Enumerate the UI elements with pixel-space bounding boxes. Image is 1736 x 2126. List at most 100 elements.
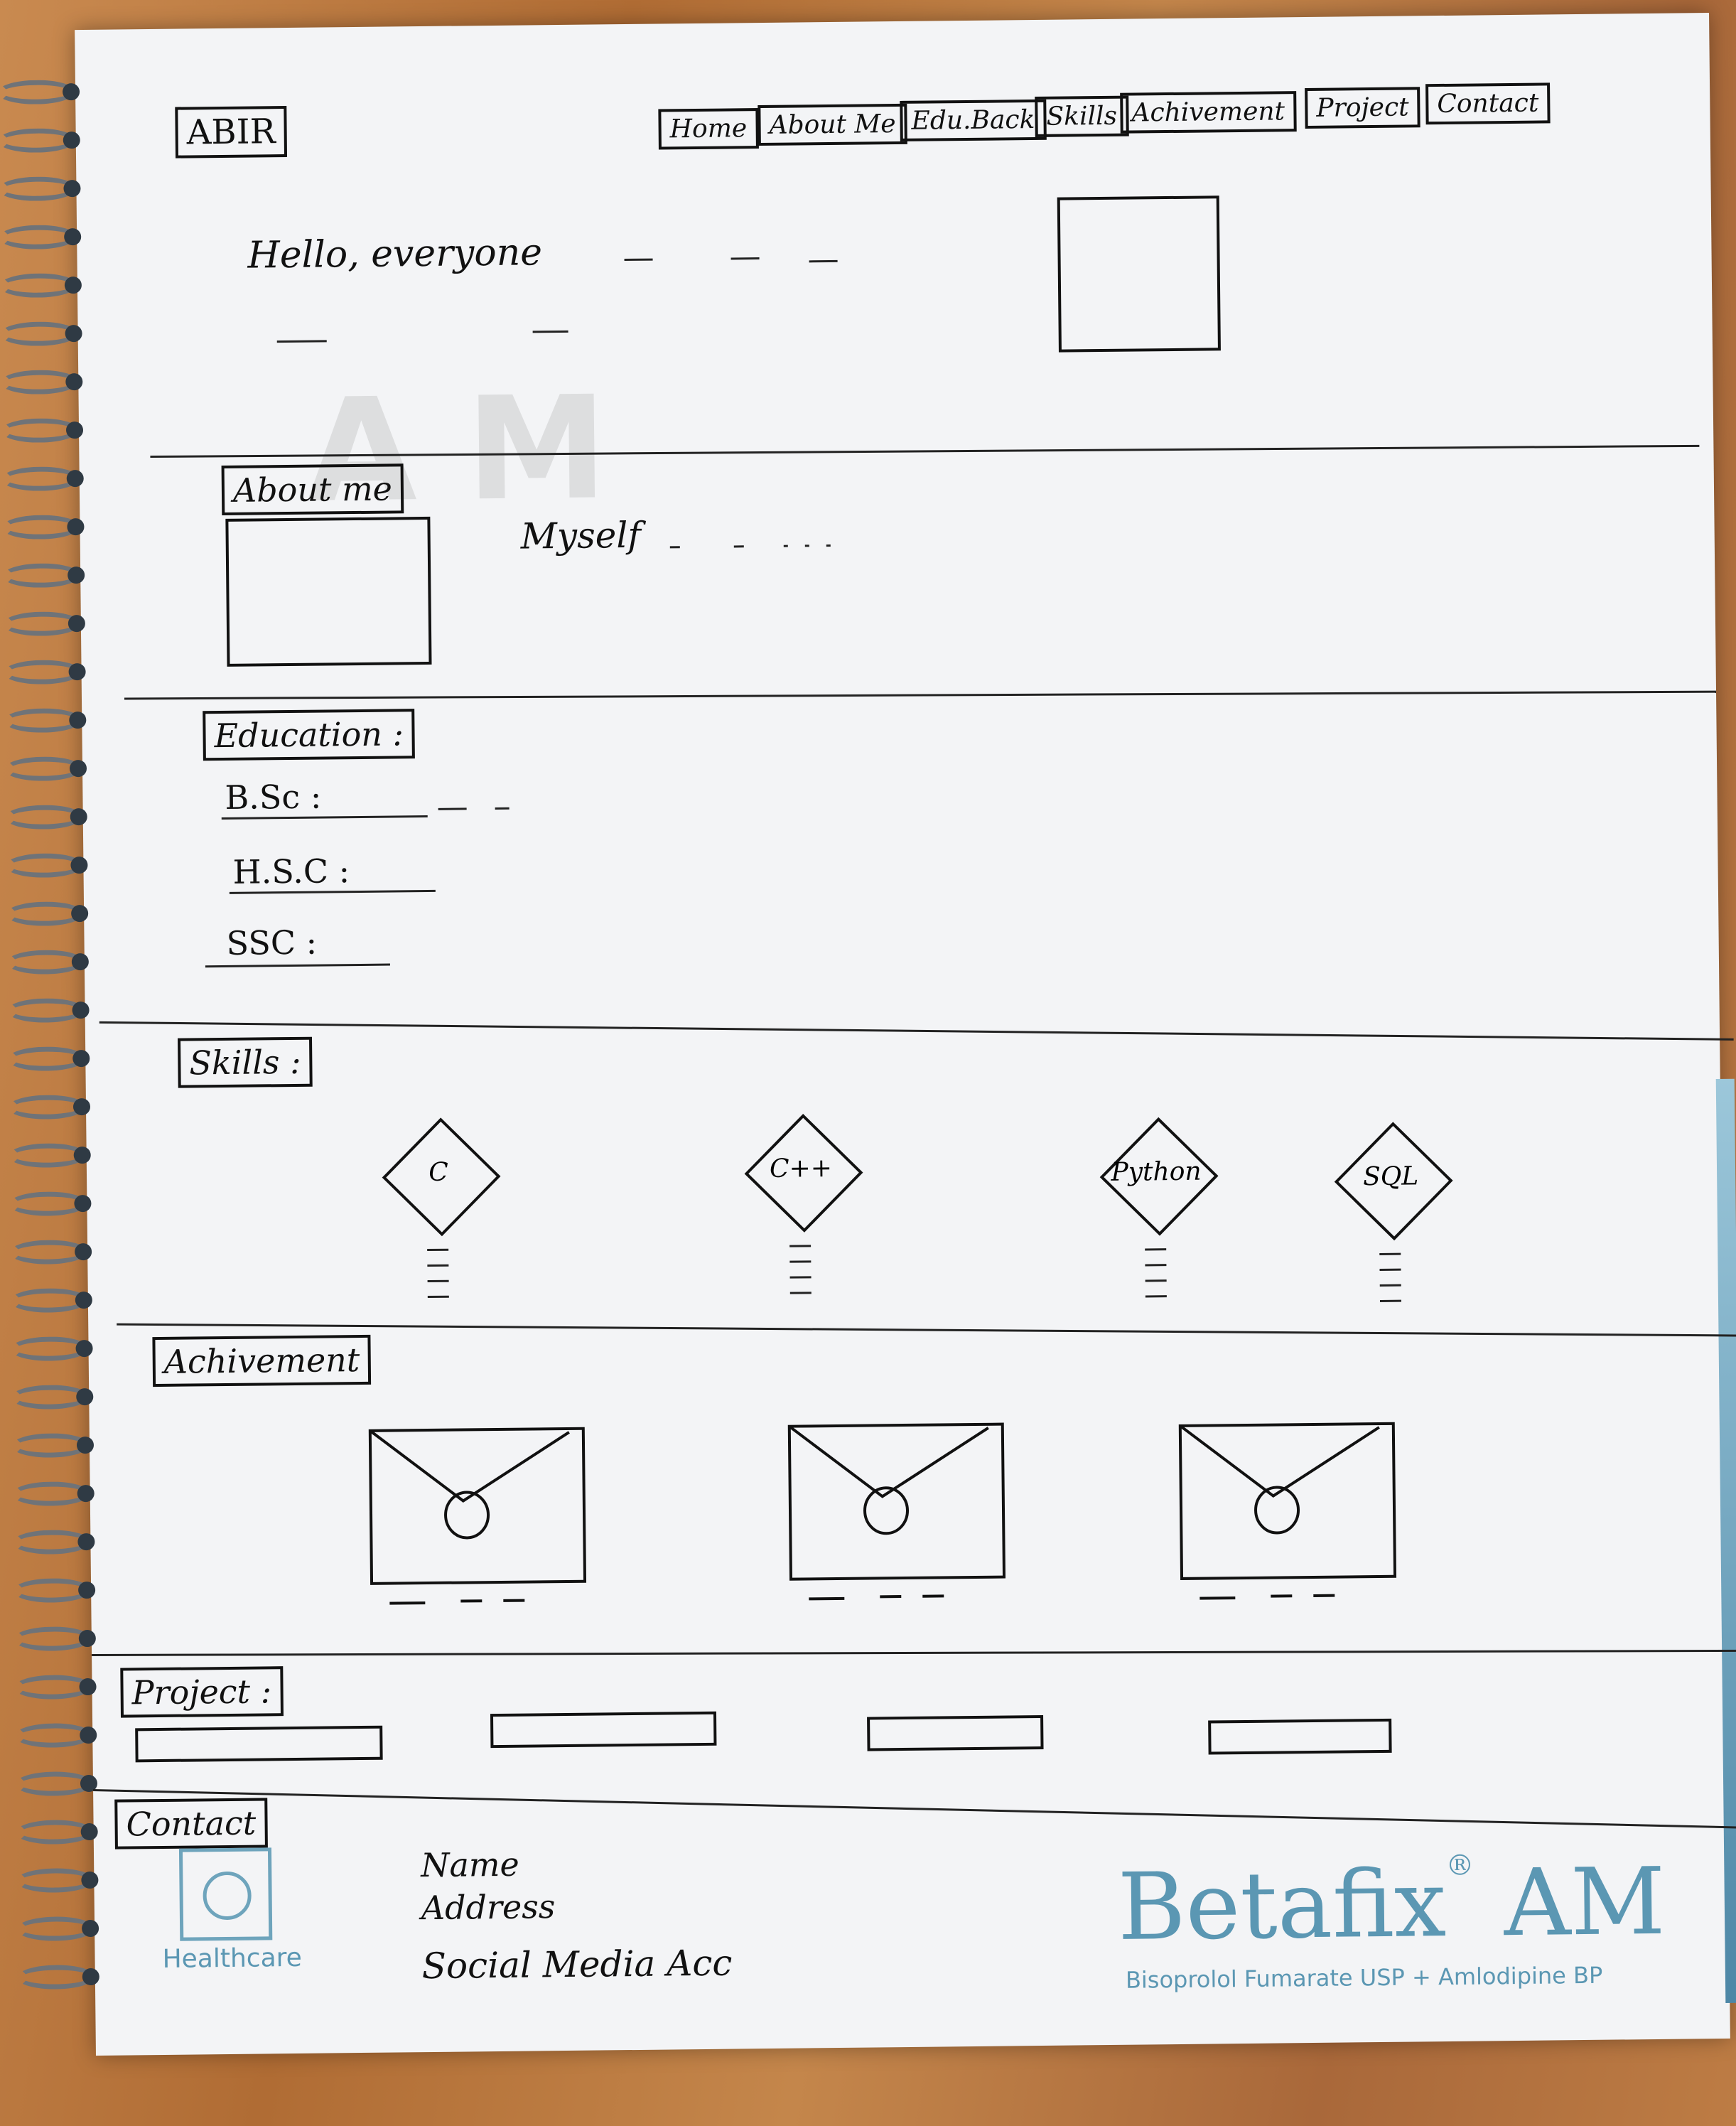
nav-link-achivement[interactable]: Achivement	[1120, 91, 1297, 134]
punch-hole	[72, 1097, 91, 1116]
notebook-page: A M ABIR Home About Me Edu.Back Skills Achiv…	[0, 13, 1736, 2056]
skill-detail-line	[427, 1248, 449, 1252]
punch-hole	[78, 1581, 96, 1599]
nav-link-home[interactable]: Home	[658, 108, 759, 150]
skill-detail-line	[1379, 1252, 1401, 1255]
placeholder-dash	[624, 258, 653, 262]
brand-print-name: Betafix® AM	[1117, 1847, 1666, 1961]
contact-heading: Contact	[114, 1798, 268, 1849]
punch-hole	[75, 1242, 92, 1261]
punch-hole	[68, 567, 85, 584]
punch-hole	[80, 1726, 97, 1744]
punch-hole	[70, 807, 87, 826]
hero-image-placeholder	[1057, 195, 1221, 353]
skill-detail-line	[1145, 1279, 1167, 1282]
punch-hole	[77, 1532, 95, 1551]
education-heading: Education :	[203, 709, 416, 761]
punch-hole	[72, 1049, 90, 1068]
punch-hole	[69, 760, 87, 778]
punch-hole	[73, 1146, 91, 1164]
placeholder-dash	[438, 807, 467, 810]
punch-hole	[79, 1677, 97, 1696]
punch-hole	[68, 663, 86, 681]
project-card[interactable]	[867, 1714, 1044, 1751]
skill-detail-line	[1379, 1268, 1401, 1271]
achievement-image-placeholder	[368, 1427, 587, 1605]
skill-detail-line	[427, 1264, 449, 1267]
placeholder-dash	[495, 807, 510, 810]
placeholder-dash	[669, 546, 680, 549]
project-heading: Project :	[120, 1666, 284, 1718]
achievement-image-placeholder	[1178, 1422, 1397, 1600]
nav-link-contact[interactable]: Contact	[1425, 82, 1551, 125]
about-heading: About me	[221, 463, 404, 515]
punch-hole	[71, 952, 89, 971]
nav-link-edu-back[interactable]: Edu.Back	[900, 99, 1047, 141]
punch-hole	[62, 83, 80, 101]
brand-print-subtitle: Bisoprolol Fumarate USP + Amlodipine BP	[1125, 1961, 1603, 1994]
punch-hole	[77, 1484, 95, 1503]
punch-hole	[72, 1001, 90, 1019]
section-divider	[92, 1649, 1736, 1656]
education-item-hsc: H.S.C :	[232, 852, 350, 891]
skill-detail-line	[1145, 1248, 1167, 1251]
skill-label: Python	[1111, 1156, 1202, 1187]
about-image-placeholder	[225, 516, 432, 667]
achievement-image-placeholder	[787, 1422, 1006, 1601]
about-text: Myself	[520, 514, 642, 557]
nav-link-project[interactable]: Project	[1305, 87, 1420, 129]
placeholder-dot	[826, 544, 831, 547]
healthcare-label: Healthcare	[162, 1943, 303, 1974]
skill-label: SQL	[1362, 1161, 1419, 1192]
punch-hole	[64, 277, 82, 294]
project-card[interactable]	[490, 1711, 717, 1749]
punch-hole	[75, 1291, 92, 1309]
skill-detail-line	[789, 1276, 812, 1279]
underline	[205, 963, 390, 968]
skill-detail-line	[1145, 1295, 1167, 1298]
skill-detail-line	[427, 1295, 449, 1299]
punch-hole	[65, 373, 83, 391]
skill-label: C	[428, 1157, 448, 1187]
placeholder-dash	[730, 257, 760, 260]
skill-detail-line	[427, 1279, 449, 1283]
nav-link-about-me[interactable]: About Me	[758, 103, 907, 146]
placeholder-dot	[804, 544, 809, 547]
punch-hole	[71, 904, 89, 923]
punch-hole	[67, 518, 85, 536]
spiral-binding	[0, 80, 117, 2042]
placeholder-dash	[733, 545, 744, 548]
brand-logo[interactable]: ABIR	[175, 106, 288, 159]
nav-link-skills[interactable]: Skills	[1035, 95, 1129, 137]
skill-detail-line	[1379, 1299, 1401, 1302]
education-item-ssc: SSC :	[226, 923, 318, 962]
skill-detail-line	[789, 1260, 812, 1263]
achievement-heading: Achivement	[152, 1334, 372, 1387]
project-card[interactable]	[1208, 1718, 1392, 1755]
punch-hole	[68, 615, 86, 633]
punch-hole	[82, 1967, 99, 1986]
punch-hole	[81, 1919, 99, 1938]
placeholder-dash	[809, 259, 838, 263]
punch-hole	[81, 1871, 99, 1889]
contact-name: Name	[420, 1845, 520, 1885]
punch-hole	[78, 1629, 96, 1648]
punch-hole	[80, 1822, 98, 1841]
notebook-cover-edge	[1715, 1078, 1736, 2003]
punch-hole	[74, 1194, 92, 1213]
project-card[interactable]	[135, 1725, 383, 1763]
section-divider	[124, 690, 1716, 700]
section-divider	[99, 1021, 1734, 1041]
skill-label: C++	[769, 1154, 833, 1183]
skill-detail-line	[1145, 1264, 1167, 1267]
skill-detail-line	[789, 1292, 812, 1294]
skills-heading: Skills :	[178, 1036, 313, 1088]
placeholder-dash	[276, 340, 327, 343]
contact-address: Address	[421, 1887, 556, 1928]
skill-detail-line	[1379, 1284, 1401, 1287]
punch-hole	[65, 325, 82, 343]
hero-greeting: Hello, everyone	[247, 231, 543, 277]
punch-hole	[70, 856, 88, 874]
education-item-bsc: B.Sc :	[225, 777, 322, 817]
placeholder-dot	[783, 544, 788, 547]
